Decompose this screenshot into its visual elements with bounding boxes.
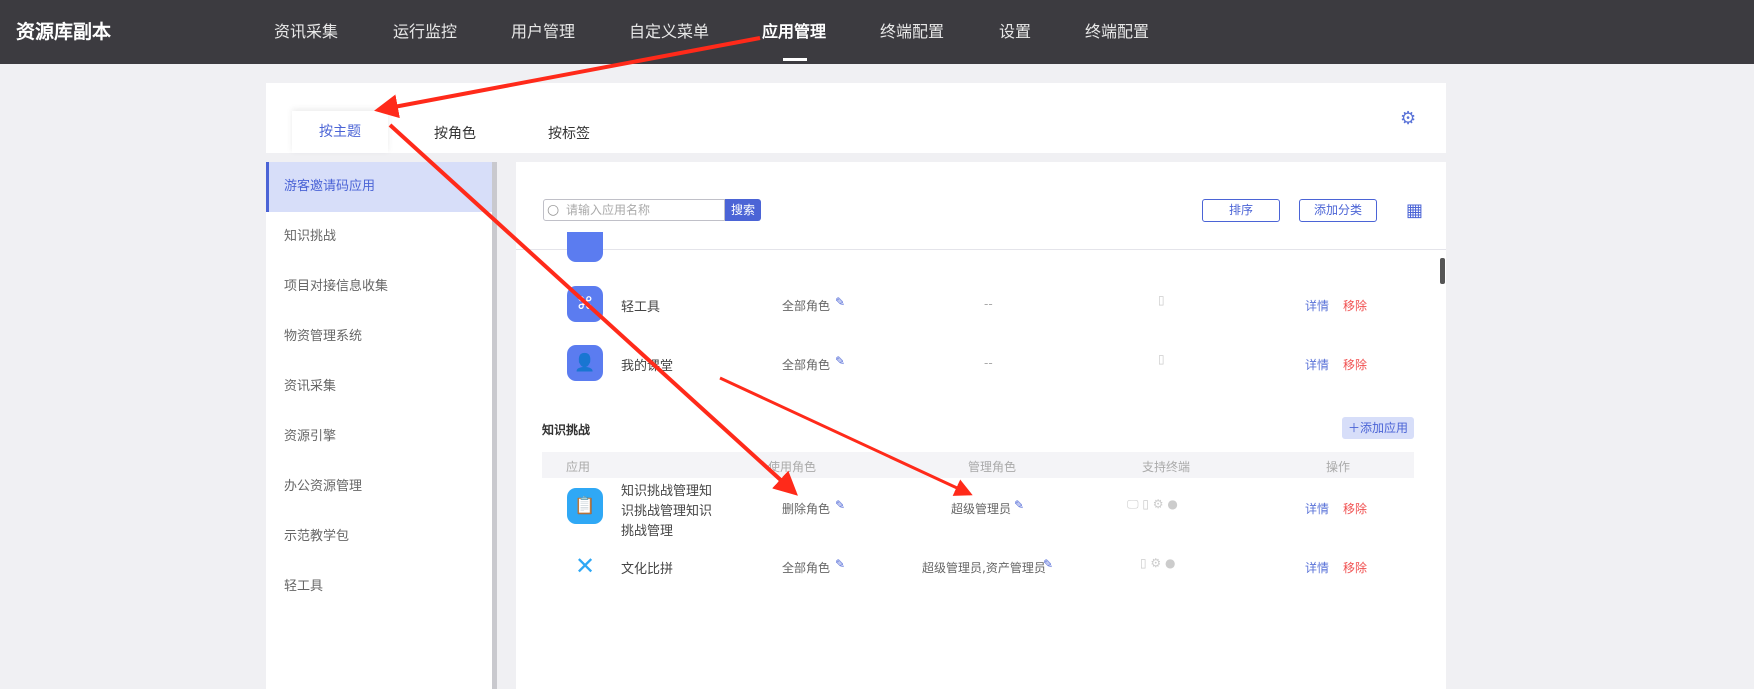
use-role: 全部角色	[782, 561, 831, 575]
search-input[interactable]: ○ 请输入应用名称	[543, 199, 725, 221]
app-name: 知识挑战管理知 识挑战管理知识 挑战管理	[621, 482, 712, 542]
sidebar-item[interactable]: 项目对接信息收集	[266, 262, 492, 312]
sidebar-item[interactable]: 示范教学包	[266, 512, 492, 562]
detail-link[interactable]: 详情	[1305, 559, 1329, 576]
table-header: 应用 使用角色 管理角色 支持终端 操作	[542, 452, 1414, 478]
use-role: 全部角色	[782, 358, 831, 372]
col-header: 使用角色	[768, 460, 817, 474]
sidebar-item[interactable]: 资源引擎	[266, 412, 492, 462]
nav-item[interactable]: 终端配置	[1085, 18, 1149, 42]
add-category-button[interactable]: 添加分类	[1299, 199, 1377, 222]
terminal-icons: 🖵 ▯ ⚙ ●	[1127, 497, 1178, 511]
detail-link[interactable]: 详情	[1305, 500, 1329, 517]
crossed-swords-icon: ✕	[574, 552, 596, 580]
sidebar-item[interactable]: 物资管理系统	[266, 312, 492, 362]
sidebar-item[interactable]: 办公资源管理	[266, 462, 492, 512]
remove-link[interactable]: 移除	[1343, 559, 1367, 576]
mobile-icon: ▯	[1158, 352, 1165, 366]
app-name-line: 识挑战管理知识	[621, 504, 713, 519]
nav-item[interactable]: 资讯采集	[274, 18, 338, 42]
app-name: 轻工具	[621, 300, 661, 315]
sort-button[interactable]: 排序	[1202, 199, 1280, 222]
edit-icon[interactable]: ✎	[1043, 557, 1053, 571]
app-list-panel: ○ 请输入应用名称 搜索 排序 添加分类 ▦ ⌘ 轻工具 全部角色 ✎ -- ▯ …	[516, 162, 1446, 689]
admin-role: 超级管理员,资产管理员	[922, 561, 1046, 575]
use-role: 删除角色	[782, 502, 831, 516]
search-icon: ○	[547, 202, 560, 218]
nav-item[interactable]: 终端配置	[880, 18, 944, 42]
edit-icon[interactable]: ✎	[1014, 498, 1024, 512]
col-header: 应用	[566, 460, 591, 474]
search-placeholder: 请输入应用名称	[566, 203, 651, 217]
brand-title: 资源库副本	[16, 21, 112, 43]
plus-icon: ＋	[1347, 421, 1360, 435]
active-underline	[783, 58, 807, 61]
sidebar: 游客邀请码应用 知识挑战 项目对接信息收集 物资管理系统 资讯采集 资源引擎 办…	[266, 162, 492, 689]
clipboard-app-icon: 📋	[567, 488, 603, 524]
remove-link[interactable]: 移除	[1343, 356, 1367, 373]
add-app-label: 添加应用	[1360, 421, 1409, 435]
edit-icon[interactable]: ✎	[835, 295, 845, 309]
tool-app-icon: ⌘	[567, 286, 603, 322]
nav-item[interactable]: 自定义菜单	[629, 18, 709, 42]
mobile-icon: ▯	[1158, 293, 1165, 307]
nav-item[interactable]: 运行监控	[393, 18, 457, 42]
admin-role: --	[984, 297, 993, 311]
app-name-line: 知识挑战管理知	[621, 484, 713, 499]
divider	[516, 249, 1446, 250]
sidebar-item[interactable]: 知识挑战	[266, 212, 492, 262]
grid-view-icon[interactable]: ▦	[1406, 200, 1423, 221]
top-nav-bar: 资源库副本 资讯采集 运行监控 用户管理 自定义菜单 应用管理 终端配置 设置 …	[0, 0, 1754, 64]
edit-icon[interactable]: ✎	[835, 354, 845, 368]
admin-role: 超级管理员	[951, 502, 1012, 516]
edit-icon[interactable]: ✎	[835, 557, 845, 571]
app-name: 我的课堂	[621, 359, 674, 374]
list-scrollbar[interactable]	[1440, 258, 1445, 284]
sidebar-item[interactable]: 资讯采集	[266, 362, 492, 412]
group-title: 知识挑战	[542, 423, 591, 437]
use-role: 全部角色	[782, 299, 831, 313]
nav-item[interactable]: 设置	[999, 18, 1031, 42]
tab-by-topic[interactable]: 按主题	[292, 111, 388, 153]
app-name-line: 挑战管理	[621, 524, 674, 539]
detail-link[interactable]: 详情	[1305, 356, 1329, 373]
classroom-app-icon: 👤	[567, 345, 603, 381]
remove-link[interactable]: 移除	[1343, 297, 1367, 314]
col-header: 支持终端	[1142, 460, 1191, 474]
sidebar-scrollbar[interactable]	[492, 162, 497, 689]
app-icon	[567, 232, 603, 262]
tab-bar: 按主题 按角色 按标签 ⚙	[266, 83, 1446, 153]
edit-icon[interactable]: ✎	[835, 498, 845, 512]
terminal-icons: ▯ ⚙ ●	[1140, 556, 1176, 570]
tab-by-tag[interactable]: 按标签	[548, 123, 590, 143]
nav-item-active[interactable]: 应用管理	[762, 18, 826, 42]
sidebar-item[interactable]: 游客邀请码应用	[266, 162, 492, 212]
detail-link[interactable]: 详情	[1305, 297, 1329, 314]
remove-link[interactable]: 移除	[1343, 500, 1367, 517]
col-header: 操作	[1326, 460, 1351, 474]
col-header: 管理角色	[968, 460, 1017, 474]
admin-role: --	[984, 356, 993, 370]
add-app-button[interactable]: ＋添加应用	[1342, 417, 1414, 439]
gear-icon[interactable]: ⚙	[1400, 108, 1416, 129]
tab-by-role[interactable]: 按角色	[434, 123, 476, 143]
sidebar-item[interactable]: 轻工具	[266, 562, 492, 612]
nav-item[interactable]: 用户管理	[511, 18, 575, 42]
app-name: 文化比拼	[621, 562, 674, 577]
search-button[interactable]: 搜索	[725, 199, 761, 221]
